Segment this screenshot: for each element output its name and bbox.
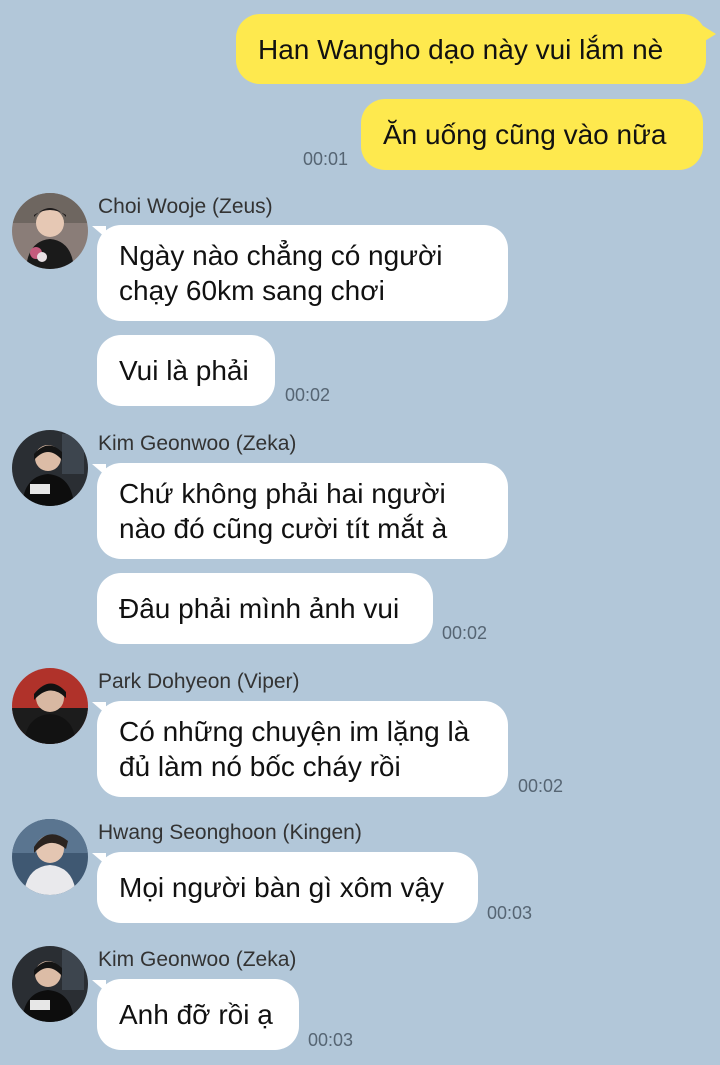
zeka-avatar[interactable]	[12, 946, 88, 1022]
message-text: Ngày nào chẳng có người chạy 60km sang c…	[119, 240, 443, 306]
message-time: 00:01	[303, 149, 349, 169]
message-text: Đâu phải mình ảnh vui	[119, 593, 400, 624]
message-time: 00:02	[518, 776, 564, 796]
message-bubble[interactable]: Có những chuyện im lặng là đủ làm nó bốc…	[97, 701, 508, 797]
message-bubble[interactable]: Mọi người bàn gì xôm vậy	[97, 852, 478, 923]
message-text: Có những chuyện im lặng là đủ làm nó bốc…	[119, 716, 470, 782]
my-message-bubble[interactable]: Han Wangho dạo này vui lắm nè	[236, 14, 706, 84]
message-bubble[interactable]: Ngày nào chẳng có người chạy 60km sang c…	[97, 225, 508, 321]
message-time: 00:03	[308, 1030, 354, 1050]
sender-name: Park Dohyeon (Viper)	[98, 670, 300, 693]
kingen-avatar[interactable]	[12, 819, 88, 895]
zeka-avatar[interactable]	[12, 430, 88, 506]
sender-name: Kim Geonwoo (Zeka)	[98, 432, 297, 455]
message-text: Mọi người bàn gì xôm vậy	[119, 872, 445, 903]
sender-name: Kim Geonwoo (Zeka)	[98, 948, 297, 971]
message-text: Han Wangho dạo này vui lắm nè	[258, 33, 664, 65]
message-text: Chứ không phải hai người nào đó cũng cườ…	[119, 478, 448, 544]
viper-avatar[interactable]	[12, 668, 88, 744]
bubble-tail	[700, 24, 716, 44]
message-text: Vui là phải	[119, 355, 249, 386]
message-bubble[interactable]: Đâu phải mình ảnh vui	[97, 573, 433, 644]
message-time: 00:03	[487, 903, 533, 923]
my-message-bubble[interactable]: Ăn uống cũng vào nữa	[361, 99, 703, 170]
message-time: 00:02	[442, 623, 488, 643]
zeus-avatar[interactable]	[12, 193, 88, 269]
sender-name: Choi Wooje (Zeus)	[98, 195, 273, 218]
sender-name: Hwang Seonghoon (Kingen)	[98, 821, 362, 844]
message-text: Anh đỡ rồi ạ	[119, 999, 273, 1030]
message-bubble[interactable]: Vui là phải	[97, 335, 275, 406]
message-text: Ăn uống cũng vào nữa	[383, 119, 667, 150]
message-time: 00:02	[285, 385, 331, 405]
message-bubble[interactable]: Chứ không phải hai người nào đó cũng cườ…	[97, 463, 508, 559]
message-bubble[interactable]: Anh đỡ rồi ạ	[97, 979, 299, 1050]
